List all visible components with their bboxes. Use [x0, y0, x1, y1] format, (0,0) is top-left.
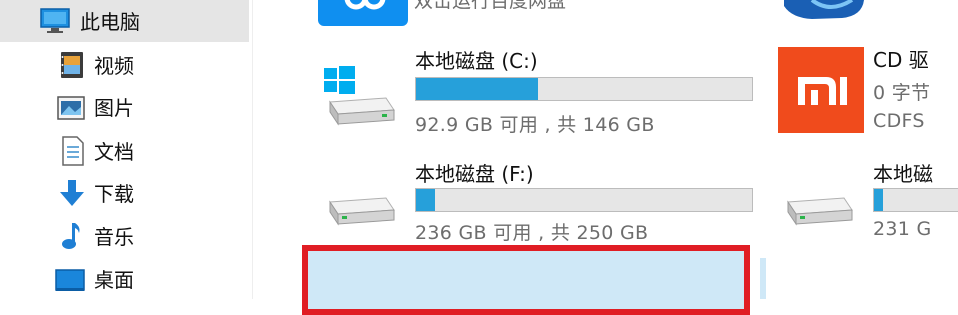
baidu-netdisk-caption: 双击运行百度网盘 — [414, 0, 567, 12]
drive-free-space: 236 GB 可用 , 共 250 GB — [415, 222, 649, 244]
sidebar-item-label: 图片 — [94, 96, 134, 120]
sidebar-item-this-pc[interactable]: 此电脑 — [0, 0, 249, 42]
download-icon — [57, 178, 87, 208]
drive-usage-fill — [416, 78, 539, 100]
sidebar-item-label: 下载 — [94, 182, 134, 206]
computer-icon — [40, 6, 70, 36]
sidebar-item-desktop[interactable]: 桌面 — [0, 258, 249, 300]
app-icon-partial — [782, 0, 866, 20]
drive-free-space: 0 字节 — [873, 82, 931, 104]
pictures-icon — [56, 93, 86, 123]
drive-usage-fill — [416, 189, 435, 211]
video-icon — [57, 50, 87, 80]
sidebar-item-label: 视频 — [94, 54, 134, 78]
sidebar-item-pictures[interactable]: 图片 — [0, 86, 249, 128]
drive-name: 本地磁盘 (F:) — [415, 162, 534, 186]
drive-tile-c[interactable]: 本地磁盘 (C:) 92.9 GB 可用 , 共 146 GB — [318, 40, 758, 140]
sidebar-item-music[interactable]: 音乐 — [0, 215, 249, 257]
music-icon — [56, 221, 86, 251]
hard-drive-icon — [320, 184, 400, 244]
drive-usage-bar — [415, 188, 753, 212]
highlighted-tile-edge — [760, 258, 766, 299]
sidebar-item-documents[interactable]: 文档 — [0, 130, 249, 172]
drive-tile-partial[interactable]: 本地磁 231 G — [776, 148, 958, 248]
drive-name: 本地磁 — [873, 162, 933, 186]
mi-logo-icon — [778, 47, 864, 133]
desktop-icon — [55, 266, 85, 296]
baidu-netdisk-icon — [340, 0, 390, 16]
drive-usage-bar — [415, 77, 753, 101]
drive-usage-bar — [873, 188, 958, 212]
baidu-netdisk-tile[interactable] — [318, 0, 408, 26]
drive-tile-f[interactable]: 本地磁盘 (F:) 236 GB 可用 , 共 250 GB — [318, 148, 758, 248]
drive-free-space: 92.9 GB 可用 , 共 146 GB — [415, 114, 655, 136]
drive-name: 本地磁盘 (C:) — [415, 49, 538, 73]
sidebar-item-label: 此电脑 — [80, 10, 140, 34]
sidebar-item-videos[interactable]: 视频 — [0, 44, 249, 86]
highlighted-tile[interactable] — [302, 245, 750, 315]
documents-icon — [58, 136, 88, 166]
windows-drive-icon — [320, 66, 400, 126]
sidebar-item-label: 文档 — [94, 140, 134, 164]
drive-tile-cd[interactable]: CD 驱 0 字节 CDFS — [776, 40, 958, 140]
drive-usage-fill — [874, 189, 884, 211]
sidebar-item-label: 桌面 — [94, 268, 134, 292]
drive-name: CD 驱 — [873, 48, 929, 72]
navigation-pane: 此电脑 视频 图片 文档 下载 音乐 桌面 — [0, 0, 253, 299]
drive-free-space: 231 G — [873, 218, 932, 240]
drive-filesystem: CDFS — [873, 110, 925, 132]
hard-drive-icon — [778, 184, 858, 244]
sidebar-item-downloads[interactable]: 下载 — [0, 172, 249, 214]
sidebar-item-label: 音乐 — [94, 225, 134, 249]
